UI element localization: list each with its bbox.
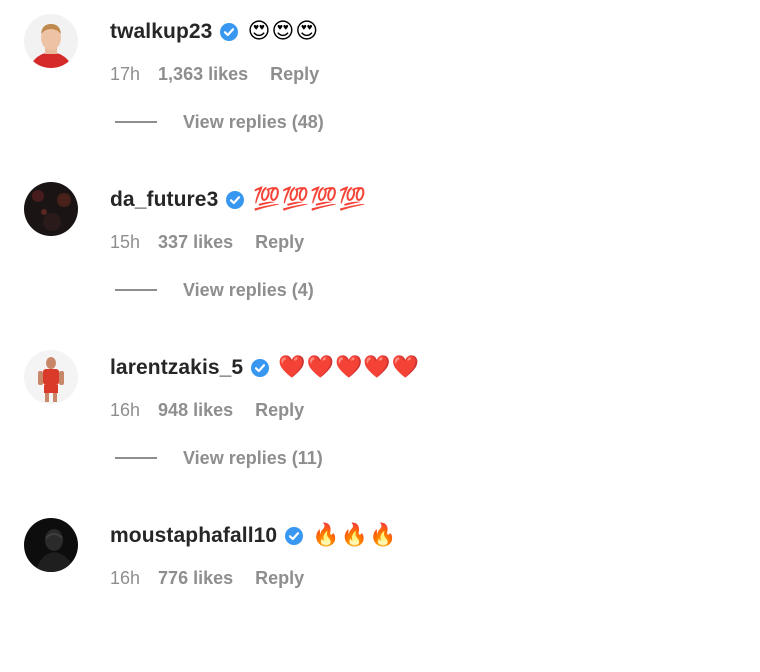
verified-badge-icon: [285, 527, 304, 545]
replies-divider: [115, 457, 157, 459]
comment-item: da_future3 💯💯💯💯 15h 337 likes Reply View…: [0, 168, 760, 336]
comment-text: ❤️❤️❤️❤️❤️: [278, 355, 421, 380]
comment-text: 🔥🔥🔥: [312, 523, 398, 548]
comment-likes[interactable]: 776 likes: [158, 568, 233, 589]
view-replies-label: View replies (48): [183, 111, 324, 132]
comment-meta: 17h 1,363 likes Reply: [110, 62, 319, 86]
reply-button[interactable]: Reply: [270, 64, 319, 85]
view-replies-label: View replies (11): [183, 447, 323, 468]
comment-header: larentzakis_5 ❤️❤️❤️❤️❤️: [110, 351, 420, 385]
comment-header: twalkup23 😍😍😍: [110, 15, 319, 49]
reply-button[interactable]: Reply: [255, 568, 304, 589]
replies-divider: [115, 289, 157, 291]
replies-divider: [115, 121, 157, 123]
reply-button[interactable]: Reply: [255, 400, 304, 421]
view-replies-button[interactable]: View replies (4): [115, 275, 314, 305]
comment-meta: 15h 337 likes Reply: [110, 230, 304, 254]
username[interactable]: moustaphafall10: [110, 524, 277, 548]
comment-item: twalkup23 😍😍😍 17h 1,363 likes Reply View…: [0, 0, 760, 168]
username[interactable]: larentzakis_5: [110, 356, 243, 380]
view-replies-button[interactable]: View replies (48): [115, 107, 324, 137]
avatar[interactable]: [24, 14, 78, 68]
comment-likes[interactable]: 948 likes: [158, 400, 233, 421]
comment-time[interactable]: 16h: [110, 400, 140, 421]
comment-header: moustaphafall10 🔥🔥🔥: [110, 519, 397, 553]
username[interactable]: twalkup23: [110, 20, 212, 44]
verified-badge-icon: [226, 191, 245, 209]
comment-item: larentzakis_5 ❤️❤️❤️❤️❤️ 16h 948 likes R…: [0, 336, 760, 504]
comment-meta: 16h 776 likes Reply: [110, 566, 304, 590]
comment-likes[interactable]: 1,363 likes: [158, 64, 248, 85]
verified-badge-icon: [220, 23, 239, 41]
comment-text: 💯💯💯💯: [253, 187, 367, 212]
comment-header: da_future3 💯💯💯💯: [110, 183, 367, 217]
comment-meta: 16h 948 likes Reply: [110, 398, 304, 422]
username[interactable]: da_future3: [110, 188, 218, 212]
comment-time[interactable]: 16h: [110, 568, 140, 589]
view-replies-label: View replies (4): [183, 279, 314, 300]
comment-item: moustaphafall10 🔥🔥🔥 16h 776 likes Reply: [0, 504, 760, 672]
verified-badge-icon: [251, 359, 270, 377]
avatar[interactable]: [24, 518, 78, 572]
comment-time[interactable]: 15h: [110, 232, 140, 253]
reply-button[interactable]: Reply: [255, 232, 304, 253]
avatar[interactable]: [24, 182, 78, 236]
view-replies-button[interactable]: View replies (11): [115, 443, 323, 473]
comment-text: 😍😍😍: [247, 19, 320, 44]
avatar[interactable]: [24, 350, 78, 404]
comment-time[interactable]: 17h: [110, 64, 140, 85]
comment-likes[interactable]: 337 likes: [158, 232, 233, 253]
